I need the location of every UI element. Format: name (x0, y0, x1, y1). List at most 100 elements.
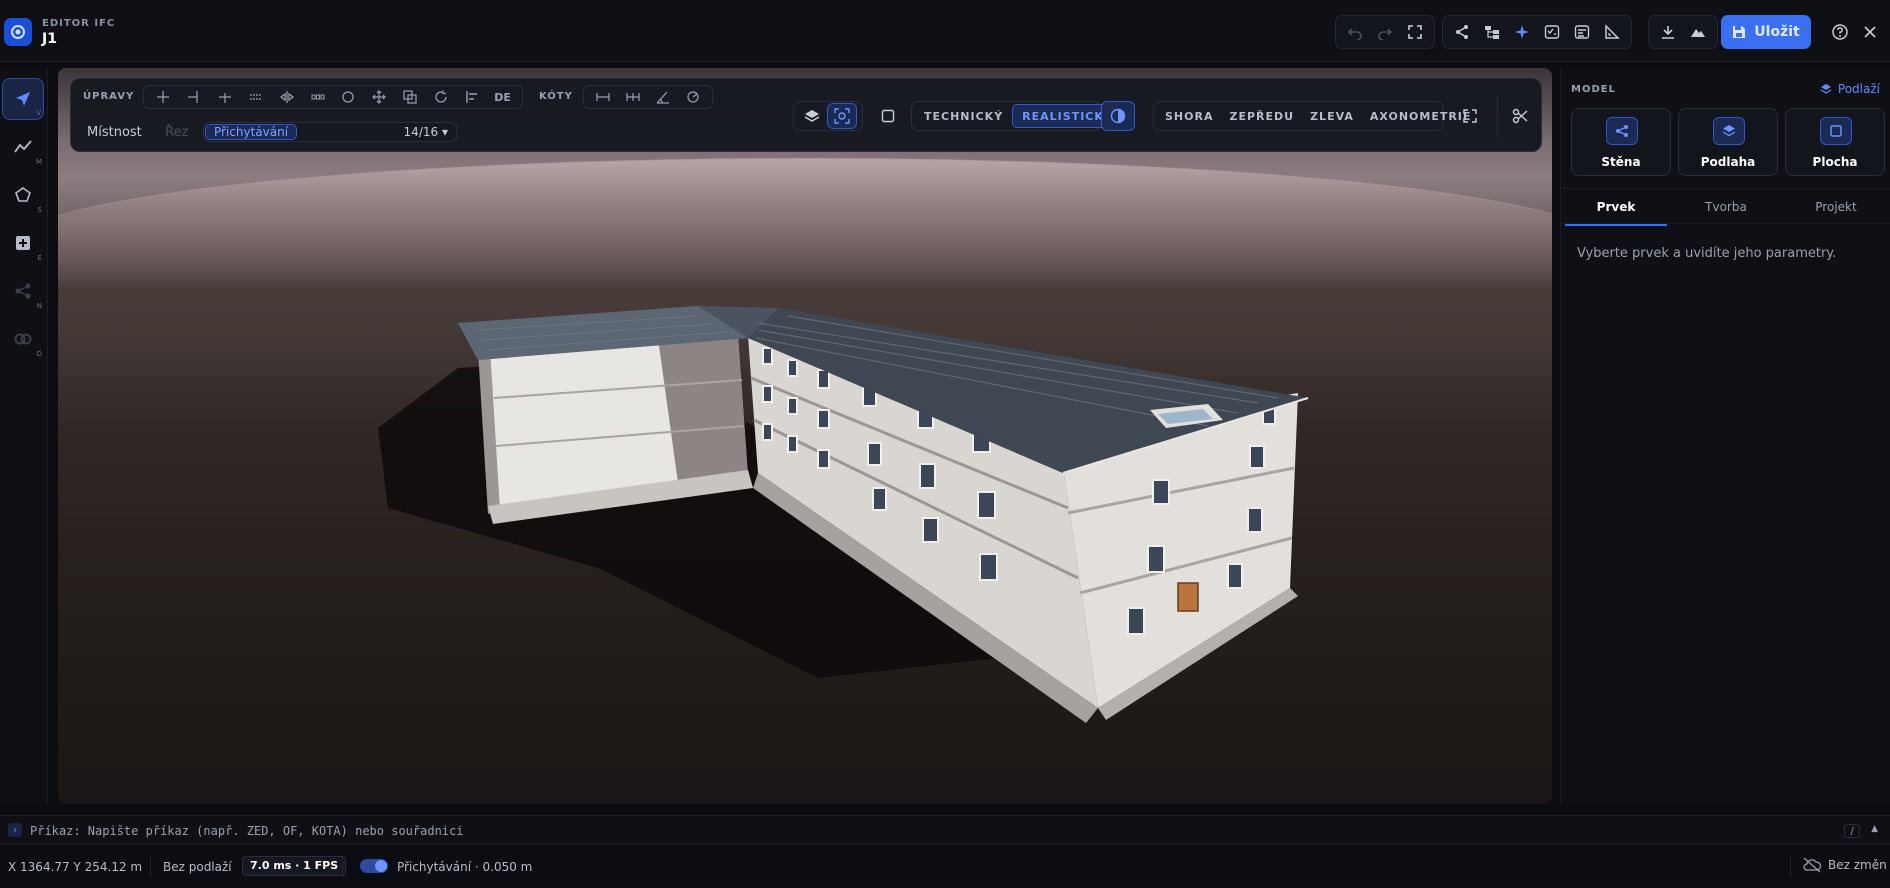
tools-group (1442, 15, 1632, 49)
export-group (1648, 15, 1718, 49)
render-mode-group: TECHNICKÝ REALISTICKÝ (911, 101, 1123, 131)
close-icon[interactable] (1855, 17, 1885, 47)
save-button[interactable]: Uložit (1721, 15, 1811, 49)
hierarchy-icon[interactable] (1477, 17, 1507, 47)
offset-icon[interactable] (240, 86, 271, 108)
tab-project[interactable]: Projekt (1781, 189, 1890, 225)
help-icon[interactable] (1825, 17, 1855, 47)
save-label: Uložit (1754, 24, 1800, 40)
move-icon[interactable] (364, 86, 395, 108)
tab-element[interactable]: Prvek (1561, 189, 1671, 226)
shading-icon[interactable] (1101, 101, 1135, 131)
floors-button[interactable]: Podlaží (1820, 82, 1880, 96)
view-front-button[interactable]: ZEPŘEDU (1221, 104, 1302, 128)
polygon-tool-button[interactable]: S (2, 174, 44, 216)
performance-badge: 7.0 ms · 1 FPS (242, 856, 347, 876)
layers-icon[interactable] (797, 103, 827, 129)
mirror-icon[interactable] (271, 86, 302, 108)
align-icon[interactable] (456, 86, 487, 108)
copy-icon[interactable] (395, 86, 426, 108)
undo-button[interactable] (1340, 17, 1370, 47)
polyline-tool-button[interactable]: M (2, 126, 44, 168)
history-group (1335, 15, 1435, 49)
snapping-status: Přichytávání · 0.050 m (397, 860, 533, 874)
scissors-icon[interactable] (1505, 103, 1535, 129)
area-icon (1820, 117, 1852, 145)
changes-label: Bez změn (1828, 858, 1887, 872)
create-floor-card[interactable]: Podlaha (1678, 108, 1778, 176)
terrain-icon[interactable] (1683, 17, 1713, 47)
focus-icon[interactable] (827, 103, 857, 129)
ruler-triangle-icon[interactable] (1597, 17, 1627, 47)
split-icon[interactable] (210, 86, 241, 108)
angle-dimension-icon[interactable] (648, 86, 678, 108)
fullscreen-icon[interactable] (1455, 103, 1485, 129)
chain-dimension-icon[interactable] (618, 86, 648, 108)
changes-status: Bez změn (1802, 857, 1887, 873)
de-button[interactable]: DE (487, 86, 518, 108)
snapping-toggle[interactable] (360, 859, 388, 873)
room-button[interactable]: Místnost (87, 125, 142, 140)
snap-select[interactable]: Přichytávání 14/16 ▾ (203, 122, 457, 142)
fit-view-button[interactable] (1400, 17, 1430, 47)
download-icon[interactable] (1653, 17, 1683, 47)
panel-title: MODEL (1571, 84, 1616, 95)
plus-square-icon (16, 236, 30, 250)
measure-tool-button[interactable]: D (2, 318, 44, 360)
layer-toggle-group (793, 101, 863, 131)
checklist-icon[interactable] (1537, 17, 1567, 47)
rings-icon (14, 333, 32, 345)
select-tool-button[interactable]: V (2, 78, 44, 120)
card-label: Podlaha (1700, 155, 1756, 169)
connect-tool-button[interactable]: N (2, 270, 44, 312)
create-area-card[interactable]: Plocha (1785, 108, 1885, 176)
header: EDITOR IFC J1 Uložit (0, 0, 1890, 62)
app-logo-icon (4, 18, 32, 46)
square-icon[interactable] (873, 103, 903, 129)
app-name: EDITOR IFC (42, 18, 116, 29)
array-icon[interactable] (302, 86, 333, 108)
create-wall-card[interactable]: Stěna (1571, 108, 1671, 176)
fillet-icon[interactable] (333, 86, 364, 108)
rotate-icon[interactable] (425, 86, 456, 108)
tool-shortcut: V (36, 109, 41, 117)
command-input[interactable]: Příkaz: Napište příkaz (např. ZED, OF, K… (30, 824, 463, 838)
redo-button[interactable] (1370, 17, 1400, 47)
command-shortcut: / (1844, 824, 1860, 838)
floor-status: Bez podlaží (163, 860, 232, 874)
trim-icon[interactable] (148, 86, 179, 108)
report-icon[interactable] (1567, 17, 1597, 47)
building-model[interactable] (58, 68, 1552, 804)
share-icon[interactable] (1447, 17, 1477, 47)
edits-label: ÚPRAVY (83, 91, 135, 102)
extend-icon[interactable] (179, 86, 210, 108)
3d-viewport[interactable] (58, 68, 1552, 804)
tab-create[interactable]: Tvorba (1671, 189, 1781, 225)
chevron-up-icon[interactable]: ▲ (1871, 824, 1878, 834)
mode-technical-button[interactable]: TECHNICKÝ (915, 104, 1012, 128)
panel-tabs: Prvek Tvorba Projekt (1561, 188, 1890, 226)
view-left-button[interactable]: ZLEVA (1302, 104, 1362, 128)
connect-icon (15, 283, 31, 299)
floor-icon (1713, 117, 1745, 145)
command-line[interactable]: › Příkaz: Napište příkaz (např. ZED, OF,… (0, 815, 1890, 845)
status-bar: X 1364.77 Y 254.12 m Bez podlaží 7.0 ms … (0, 846, 1890, 888)
linear-dimension-icon[interactable] (588, 86, 618, 108)
pentagon-icon (15, 187, 31, 202)
tool-shortcut: M (35, 158, 42, 166)
right-panel: MODEL Podlaží Stěna Podlaha Plocha Prvek… (1560, 68, 1890, 804)
sparkle-icon[interactable] (1507, 17, 1537, 47)
dimension-tools (583, 85, 713, 109)
cut-button[interactable]: Řez (165, 125, 188, 140)
view-top-button[interactable]: SHORA (1157, 104, 1221, 128)
card-label: Plocha (1812, 155, 1858, 169)
cursor-coordinates: X 1364.77 Y 254.12 m (8, 860, 143, 874)
add-tool-button[interactable]: E (2, 222, 44, 264)
chevron-right-icon: › (8, 823, 22, 837)
app: EDITOR IFC J1 Uložit V M S E N D ÚPRAVY … (0, 0, 1890, 888)
snap-count: 14/16 ▾ (404, 125, 448, 139)
card-label: Stěna (1601, 155, 1641, 169)
help-group (1821, 15, 1889, 49)
snap-pill: Přichytávání (205, 124, 298, 140)
radius-dimension-icon[interactable] (678, 86, 708, 108)
